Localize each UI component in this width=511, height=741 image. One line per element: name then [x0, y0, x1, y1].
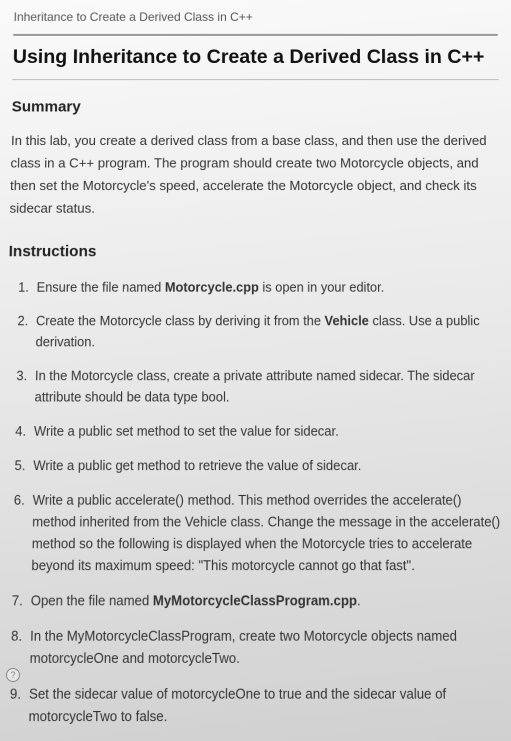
instruction-text-bold: Motorcycle.cpp: [165, 281, 259, 296]
breadcrumb: Inheritance to Create a Derived Class in…: [13, 8, 497, 24]
help-icon[interactable]: ?: [6, 668, 20, 682]
summary-heading: Summary: [12, 98, 500, 115]
instruction-list: Ensure the file named Motorcycle.cpp is …: [0, 277, 511, 728]
instruction-item: In the MyMotorcycleClassProgram, create …: [15, 626, 511, 670]
instruction-text-pre: In the MyMotorcycleClassProgram, create …: [30, 629, 458, 667]
instruction-item: Open the file named MyMotorcycleClassPro…: [16, 590, 510, 612]
summary-text: In this lab, you create a derived class …: [9, 130, 501, 221]
help-icon-label: ?: [10, 670, 15, 680]
instruction-item: Write a public get method to retrieve th…: [18, 455, 507, 477]
instruction-text-post: is open in your editor.: [259, 281, 384, 296]
instruction-item: Create the Motorcycle class by deriving …: [21, 311, 505, 353]
instruction-text-pre: In the Motorcycle class, create a privat…: [34, 369, 474, 405]
instruction-text-pre: Create the Motorcycle class by deriving …: [36, 314, 325, 329]
instruction-text-pre: Write a public set method to set the val…: [34, 424, 339, 439]
instruction-text-pre: Open the file named: [31, 594, 153, 609]
document-page: Inheritance to Create a Derived Class in…: [0, 0, 511, 741]
instruction-text-pre: Write a public get method to retrieve th…: [33, 459, 361, 474]
instruction-item: Write a public set method to set the val…: [19, 421, 506, 442]
page-title: Using Inheritance to Create a Derived Cl…: [13, 46, 499, 69]
title-block: Using Inheritance to Create a Derived Cl…: [12, 34, 498, 80]
instruction-item: In the Motorcycle class, create a privat…: [20, 366, 506, 409]
instruction-text-bold: MyMotorcycleClassProgram.cpp: [153, 594, 357, 609]
instruction-text-bold: Vehicle: [325, 314, 369, 329]
instruction-item: Set the sidecar value of motorcycleOne t…: [13, 683, 511, 728]
instruction-item: Ensure the file named Motorcycle.cpp is …: [22, 277, 503, 298]
instruction-text-post: .: [357, 594, 361, 609]
instructions-heading: Instructions: [8, 243, 502, 261]
instruction-text-pre: Write a public accelerate() method. This…: [31, 493, 500, 574]
instruction-text-pre: Ensure the file named: [36, 281, 164, 296]
instruction-item: Write a public accelerate() method. This…: [17, 490, 510, 577]
instruction-text-pre: Set the sidecar value of motorcycleOne t…: [28, 687, 446, 725]
